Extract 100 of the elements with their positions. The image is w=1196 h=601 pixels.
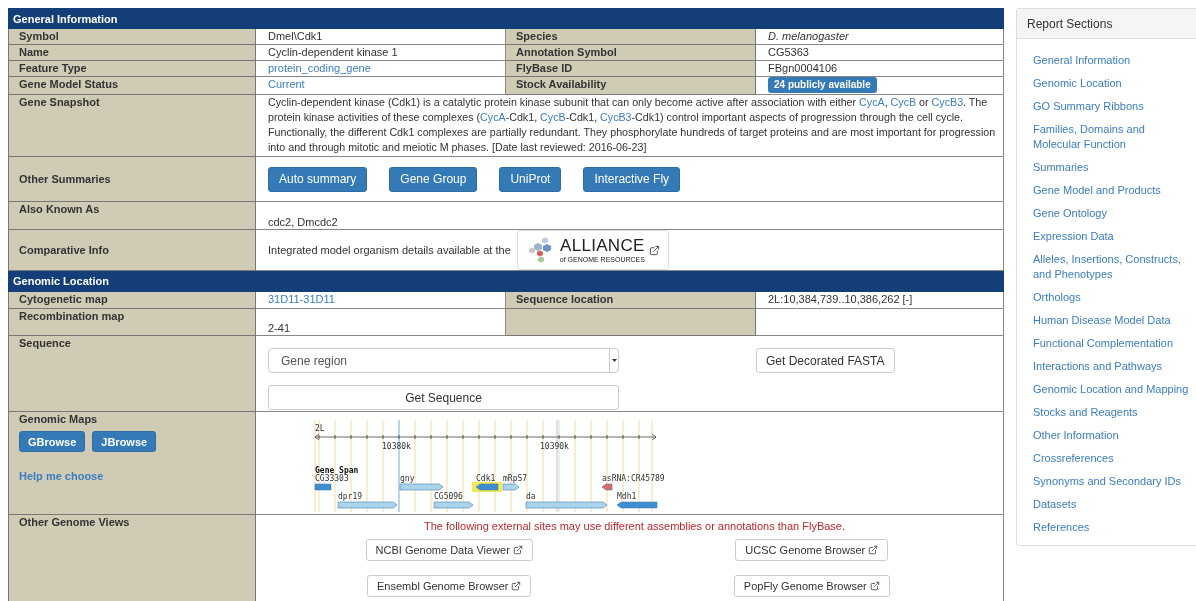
field-label: Also Known As [19, 203, 100, 215]
panel-title: Report Sections [1027, 16, 1113, 31]
get-sequence-button[interactable]: Get Sequence [268, 385, 619, 410]
field-label: Genomic Maps [19, 412, 99, 426]
field-label: Name [19, 46, 49, 58]
field-label: Sequence location [516, 293, 614, 305]
field-label: Annotation Symbol [516, 46, 617, 58]
summary-button[interactable]: Auto summary [268, 166, 368, 192]
section-link[interactable]: Human Disease Model Data [1033, 313, 1191, 328]
value-text: 2-41 [268, 322, 291, 334]
gene-link[interactable]: CycB [890, 96, 917, 108]
field-label: Other Summaries [19, 173, 111, 185]
gene-glyph[interactable] [399, 483, 444, 491]
section-title: Genomic Location [13, 275, 109, 287]
section-link[interactable]: Stocks and Reagents [1033, 405, 1191, 420]
section-link[interactable]: Orthologs [1033, 290, 1191, 305]
value-text: FBgn0004106 [768, 62, 838, 74]
gene-label: Mdh1 [617, 492, 637, 501]
field-label: Sequence [19, 337, 71, 349]
fasta-button[interactable]: Get Decorated FASTA [756, 348, 895, 373]
field-label: FlyBase ID [516, 62, 573, 74]
scale-label: 10380k [382, 442, 411, 451]
field-label: Comparative Info [19, 244, 109, 256]
field-label: Recombination map [19, 310, 125, 322]
value-text: cdc2, Dmcdc2 [268, 216, 338, 228]
scale-label: 10390k [540, 442, 569, 451]
section-link[interactable]: References [1033, 520, 1191, 535]
gene-glyph[interactable] [616, 501, 658, 509]
summary-button[interactable]: Interactive Fly [583, 166, 681, 192]
section-link[interactable]: Interactions and Pathways [1033, 359, 1191, 374]
value-link[interactable]: 31D11-31D11 [268, 293, 335, 305]
section-link[interactable]: Gene Ontology [1033, 206, 1191, 221]
section-link[interactable]: Genomic Location [1033, 76, 1191, 91]
gene-link[interactable]: CycB [540, 111, 566, 123]
gene-link[interactable]: CycB3 [600, 111, 632, 123]
gene-glyph[interactable] [433, 501, 474, 509]
field-label: Other Genome Views [19, 516, 130, 528]
gene-link[interactable]: CycA [859, 96, 885, 108]
field-label: Species [516, 30, 558, 42]
genome-browser-button[interactable]: Ensembl Genome Browser [367, 575, 532, 597]
region-select[interactable]: Gene region [268, 348, 619, 373]
gene-label: mRpS7 [503, 474, 528, 483]
gene-snapshot-text: Cyclin-dependent kinase (Cdk1) is a catalytic protein kinase subunit that can only become active after association with either CycA, CycB or CycB3. The protein kinase activities of these complexes (CycA-Cdk1, CycB-Cdk1, CycB3-Cdk1) control important aspects of progression through the cell cycle. Functionally, the different Cdk1 complexes are partially redundant. They phosphorylate hundreds of target proteins and are most important for progression into and through mitotic and meiotic M phases. [Date last reviewed: 2016-06-23] [268, 95, 997, 155]
field-label: Cytogenetic map [19, 293, 108, 305]
gene-glyph[interactable] [601, 483, 613, 491]
field-label: Gene Model Status [19, 78, 119, 90]
field-label: Symbol [19, 30, 59, 42]
field-label: Stock Availability [516, 78, 607, 90]
field-label: Gene Snapshot [19, 96, 100, 108]
section-link[interactable]: Alleles, Insertions, Constructs, and Phenotypes [1033, 252, 1191, 282]
browser-button[interactable]: GBrowse [19, 431, 86, 452]
value-text: D. melanogaster [768, 30, 849, 42]
gene-glyph[interactable] [472, 482, 502, 492]
gene-label: asRNA:CR45789 [602, 474, 665, 483]
section-link[interactable]: Expression Data [1033, 229, 1191, 244]
section-link[interactable]: Other Information [1033, 428, 1191, 443]
browser-button[interactable]: JBrowse [92, 431, 157, 452]
chromosome-label: 2L [315, 424, 325, 433]
value-text: 2L:10,384,739..10,386,262 [-] [768, 293, 913, 305]
value-text: Integrated model organism details available at the [268, 243, 511, 257]
section-link[interactable]: Families, Domains and Molecular Function [1033, 122, 1191, 152]
external-link-icon [869, 581, 880, 591]
value-text: Cyclin-dependent kinase 1 [268, 46, 398, 58]
gene-label: Cdk1 [476, 474, 496, 483]
external-link-icon [511, 581, 522, 591]
section-link[interactable]: Datasets [1033, 497, 1191, 512]
section-link[interactable]: Genomic Location and Mapping [1033, 382, 1191, 397]
value-link[interactable]: Current [268, 78, 305, 90]
gene-label: dpr19 [338, 492, 363, 501]
summary-button[interactable]: UniProt [499, 166, 562, 192]
section-link[interactable]: Summaries [1033, 160, 1191, 175]
field-label: Feature Type [19, 62, 87, 74]
value-text: Dmel\Cdk1 [268, 30, 323, 42]
genome-browser-button[interactable]: UCSC Genome Browser [735, 539, 889, 561]
gene-glyph[interactable] [337, 501, 398, 509]
section-link[interactable]: General Information [1033, 53, 1191, 68]
gene-label: gny [400, 474, 415, 483]
section-title: General Information [13, 12, 118, 25]
external-link-icon [648, 244, 660, 256]
summary-button[interactable]: Gene Group [389, 166, 478, 192]
caret-icon [611, 359, 617, 362]
gene-link[interactable]: CycA [480, 111, 506, 123]
gene-glyph[interactable] [525, 501, 608, 509]
genome-browser-button[interactable]: PopFly Genome Browser [733, 575, 890, 597]
section-link[interactable]: Functional Complementation [1033, 336, 1191, 351]
track-title: Gene Span [315, 466, 359, 475]
genome-browser-button[interactable]: NCBI Genome Data Viewer [365, 539, 533, 561]
section-link[interactable]: Synonyms and Secondary IDs [1033, 474, 1191, 489]
section-link[interactable]: GO Summary Ribbons [1033, 99, 1191, 114]
gene-label: CG5096 [434, 492, 463, 501]
gene-glyph[interactable] [502, 483, 520, 491]
section-link[interactable]: Crossreferences [1033, 451, 1191, 466]
gene-label: da [526, 492, 536, 501]
help-link[interactable]: Help me choose [19, 469, 104, 483]
warning-text: The following external sites may use different assemblies or annotations than FlyBase. [422, 519, 847, 533]
section-link[interactable]: Gene Model and Products [1033, 183, 1191, 198]
stock-badge[interactable]: 24 publicly available [768, 77, 877, 93]
gene-label: CG33303 [315, 474, 349, 483]
external-link-icon [512, 545, 523, 555]
gene-glyph[interactable] [314, 483, 332, 491]
